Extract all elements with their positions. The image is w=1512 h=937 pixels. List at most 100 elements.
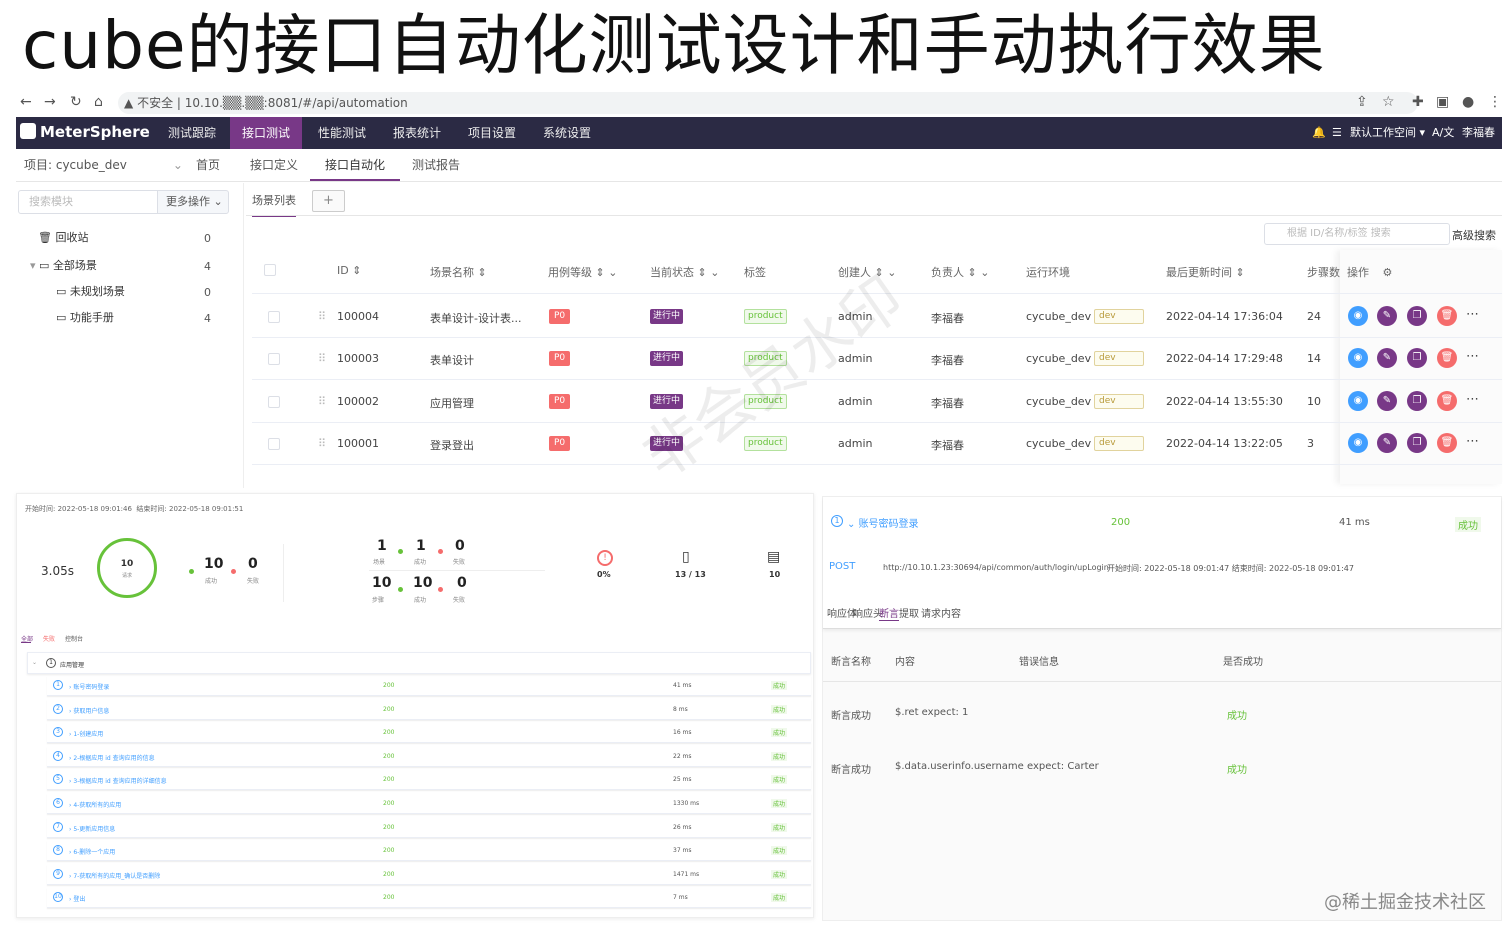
more-icon[interactable]: ⋯ xyxy=(1466,434,1479,449)
bell-icon[interactable]: 🔔 xyxy=(1312,117,1326,149)
drag-handle-icon[interactable]: ⠿ xyxy=(318,395,326,408)
col-level[interactable]: 用例等级 ⇕ ⌄ xyxy=(548,264,617,280)
subnav-home[interactable]: 首页 xyxy=(196,150,220,181)
more-icon[interactable]: ⋯ xyxy=(1466,349,1479,364)
step-row[interactable]: 7 › 5-更新应用信息 200 26 ms 成功 xyxy=(47,818,811,838)
step-row[interactable]: 6 › 4-获取所有的应用 200 1330 ms 成功 xyxy=(47,794,811,814)
nav-api-test[interactable]: 接口测试 xyxy=(230,117,302,149)
step-row[interactable]: 9 › 7-获取所有的应用_确认是否删除 200 1471 ms 成功 xyxy=(47,865,811,885)
more-icon[interactable]: ⋯ xyxy=(1466,307,1479,322)
delete-icon[interactable]: 🗑 xyxy=(1437,391,1457,411)
menu-icon[interactable]: ⋮ xyxy=(1488,94,1502,110)
share-icon[interactable]: ⇪ xyxy=(1356,94,1368,110)
detail-title[interactable]: ⌄ 账号密码登录 xyxy=(847,515,919,530)
step-detail-panel: 1 ⌄ 账号密码登录 200 41 ms 成功 POST http://10.1… xyxy=(822,496,1502,921)
bookmark-star-icon[interactable]: ☆ xyxy=(1382,94,1395,110)
row-checkbox[interactable] xyxy=(268,353,280,365)
tree-item-all[interactable]: ▾ ▭ 全部场景 xyxy=(30,256,97,276)
nav-project-settings[interactable]: 项目设置 xyxy=(456,117,528,149)
copy-icon[interactable]: ❐ xyxy=(1407,391,1427,411)
scenario-name[interactable]: 应用管理 xyxy=(430,395,474,411)
step-row[interactable]: 3 › 1-创建应用 200 16 ms 成功 xyxy=(47,723,811,744)
user-menu[interactable]: 李福春 xyxy=(1462,117,1495,149)
step-row[interactable]: 2 › 获取用户信息 200 8 ms 成功 xyxy=(47,700,811,720)
col-name[interactable]: 场景名称 ⇕ xyxy=(430,264,487,280)
col-status[interactable]: 当前状态 ⇕ ⌄ xyxy=(650,264,719,280)
nav-test-track[interactable]: 测试跟踪 xyxy=(156,117,228,149)
tree-item-unplanned[interactable]: ▭ 未规划场景 xyxy=(56,282,125,302)
col-owner[interactable]: 负责人 ⇕ ⌄ xyxy=(931,264,989,280)
table-row[interactable]: ⠿ 100001 登录登出 P0 进行中 product admin 李福春 cycube_de… xyxy=(252,423,1502,465)
subnav-test-report[interactable]: 测试报告 xyxy=(412,150,460,181)
language-switch[interactable]: A/文 xyxy=(1432,117,1454,149)
home-icon[interactable]: ⌂ xyxy=(94,94,103,110)
metersphere-logo[interactable]: MeterSphere xyxy=(20,123,150,141)
drag-handle-icon[interactable]: ⠿ xyxy=(318,310,326,323)
tab-extract[interactable]: 提取 xyxy=(899,605,919,620)
col-steps: 步骤数 xyxy=(1307,266,1340,279)
request-count: 10 xyxy=(769,570,781,579)
scenario-group-row[interactable]: ⌄ 1 应用管理 xyxy=(27,652,811,674)
project-select[interactable]: 项目: cycube_dev ⌄ xyxy=(24,150,183,181)
step-row[interactable]: 1 › 账号密码登录 200 41 ms 成功 xyxy=(47,676,811,696)
nav-performance[interactable]: 性能测试 xyxy=(306,117,378,149)
row-checkbox[interactable] xyxy=(268,311,280,323)
reload-icon[interactable]: ↻ xyxy=(70,94,82,110)
edit-icon[interactable]: ✎ xyxy=(1377,306,1397,326)
drag-handle-icon[interactable]: ⠿ xyxy=(318,352,326,365)
edit-icon[interactable]: ✎ xyxy=(1377,348,1397,368)
table-row[interactable]: ⠿ 100002 应用管理 P0 进行中 product admin 李福春 cycube_de… xyxy=(252,381,1502,423)
nav-system-settings[interactable]: 系统设置 xyxy=(531,117,603,149)
profile-icon[interactable]: ● xyxy=(1462,94,1474,110)
row-checkbox[interactable] xyxy=(268,438,280,450)
workspace-select[interactable]: 默认工作空间 ▾ xyxy=(1350,117,1425,149)
step-row[interactable]: 4 › 2-根据应用 id 查询应用的信息 200 22 ms 成功 xyxy=(47,747,811,767)
edit-icon[interactable]: ✎ xyxy=(1377,391,1397,411)
run-icon[interactable]: ◉ xyxy=(1348,306,1368,326)
nav-reports[interactable]: 报表统计 xyxy=(381,117,453,149)
extensions-icon[interactable]: ✚ xyxy=(1412,94,1424,110)
forward-icon[interactable]: → xyxy=(44,94,56,110)
run-icon[interactable]: ◉ xyxy=(1348,433,1368,453)
scenario-name[interactable]: 表单设计-设计表... xyxy=(430,310,521,326)
more-icon[interactable]: ⋯ xyxy=(1466,392,1479,407)
run-icon[interactable]: ◉ xyxy=(1348,348,1368,368)
tree-item-manual[interactable]: ▭ 功能手册 xyxy=(56,308,114,328)
edit-icon[interactable]: ✎ xyxy=(1377,433,1397,453)
sidebar-icon[interactable]: ▣ xyxy=(1436,94,1449,110)
scenario-name[interactable]: 表单设计 xyxy=(430,352,474,368)
tab-failed[interactable]: 失败 xyxy=(43,634,55,643)
scenario-name[interactable]: 登录登出 xyxy=(430,437,474,453)
step-row[interactable]: 8 › 6-删除一个应用 200 37 ms 成功 xyxy=(47,841,811,862)
address-bar[interactable]: ▲ 不安全 | 10.10.▒▒.▒▒:8081/#/api/automatio… xyxy=(118,92,1418,114)
tab-assertions[interactable]: 断言 xyxy=(879,605,899,621)
step-row[interactable]: 5 › 3-根据应用 id 查询应用的详细信息 200 25 ms 成功 xyxy=(47,770,811,791)
col-updated[interactable]: 最后更新时间 ⇕ xyxy=(1166,264,1245,280)
tab-scenario-list[interactable]: 场景列表 xyxy=(252,193,296,217)
more-operations-button[interactable]: 更多操作 ⌄ xyxy=(157,190,229,214)
copy-icon[interactable]: ❐ xyxy=(1407,433,1427,453)
run-icon[interactable]: ◉ xyxy=(1348,391,1368,411)
delete-icon[interactable]: 🗑 xyxy=(1437,433,1457,453)
col-id[interactable]: ID ⇕ xyxy=(337,264,361,277)
copy-icon[interactable]: ❐ xyxy=(1407,306,1427,326)
tab-request-content[interactable]: 请求内容 xyxy=(921,605,961,620)
gear-icon[interactable]: ⚙ xyxy=(1383,266,1393,279)
advanced-search-link[interactable]: 高级搜索 xyxy=(1452,227,1496,243)
drag-handle-icon[interactable]: ⠿ xyxy=(318,437,326,450)
back-icon[interactable]: ← xyxy=(20,94,32,110)
step-row[interactable]: 10 › 登出 200 7 ms 成功 xyxy=(47,888,811,909)
subnav-api-automation[interactable]: 接口自动化 xyxy=(310,150,401,181)
select-all-checkbox[interactable] xyxy=(264,264,276,276)
delete-icon[interactable]: 🗑 xyxy=(1437,306,1457,326)
add-tab-button[interactable]: + xyxy=(312,190,345,212)
delete-icon[interactable]: 🗑 xyxy=(1437,348,1457,368)
tree-item-recycle[interactable]: 🗑 回收站 xyxy=(38,228,88,248)
scenario-search-input[interactable]: 根据 ID/名称/标签 搜索 xyxy=(1264,223,1450,245)
module-search-input[interactable]: 搜索模块 xyxy=(18,190,158,214)
row-checkbox[interactable] xyxy=(268,396,280,408)
copy-icon[interactable]: ❐ xyxy=(1407,348,1427,368)
subnav-api-definition[interactable]: 接口定义 xyxy=(250,150,298,181)
app-top-nav: MeterSphere 测试跟踪 接口测试 性能测试 报表统计 项目设置 系统设… xyxy=(16,117,1502,149)
tab-console[interactable]: 控制台 xyxy=(65,634,83,643)
